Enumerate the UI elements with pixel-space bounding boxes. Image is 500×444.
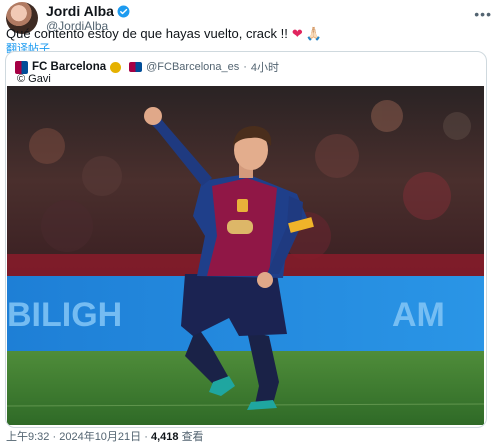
separator-dot: · — [243, 61, 247, 73]
quoted-display-name[interactable]: FC Barcelona — [32, 61, 106, 73]
footer-date[interactable]: 2024年10月21日 — [59, 431, 141, 443]
player-crest — [237, 199, 248, 212]
affiliate-badge-icon — [129, 62, 143, 72]
tweet-body: Qué contento estoy de que hayas vuelto, … — [6, 26, 288, 41]
footer-separator: · — [52, 431, 57, 443]
views-count: 4,418 — [150, 431, 179, 443]
board-text-left: BILIGH — [7, 296, 122, 334]
tweet-footer: 上午9:32 · 2024年10月21日 · 4,418 查看 — [6, 428, 204, 444]
player-hand — [257, 272, 273, 288]
quoted-time[interactable]: 4小时 — [251, 59, 279, 75]
tweet-text: Qué contento estoy de que hayas vuelto, … — [6, 26, 322, 42]
display-name[interactable]: Jordi Alba — [46, 3, 114, 19]
player-fist — [144, 107, 162, 125]
verified-badge-icon — [117, 5, 130, 17]
gold-verified-icon — [110, 61, 122, 73]
author-name-row[interactable]: Jordi Alba — [46, 3, 130, 19]
footer-separator-2: · — [144, 431, 148, 443]
heart-emoji: ❤ — [291, 26, 303, 41]
quoted-photo[interactable]: BILIGH AM — [7, 86, 484, 425]
quoted-handle[interactable]: @FCBarcelona_es — [146, 61, 239, 73]
quoted-header: FC Barcelona @FCBarcelona_es · 4小时 — [15, 59, 279, 75]
footer-time[interactable]: 上午9:32 — [6, 431, 49, 443]
pitch — [7, 351, 484, 425]
hands-emoji: 🙏🏻 — [305, 26, 322, 41]
quoted-tweet[interactable]: FC Barcelona @FCBarcelona_es · 4小时 © Gav… — [5, 51, 487, 428]
board-text-right: AM — [392, 296, 445, 334]
views-label[interactable]: 查看 — [182, 431, 204, 443]
fcb-avatar[interactable] — [15, 60, 28, 74]
player-sponsor — [227, 220, 253, 234]
quoted-text: © Gavi — [17, 73, 51, 85]
more-dots-icon[interactable]: ••• — [474, 6, 492, 22]
